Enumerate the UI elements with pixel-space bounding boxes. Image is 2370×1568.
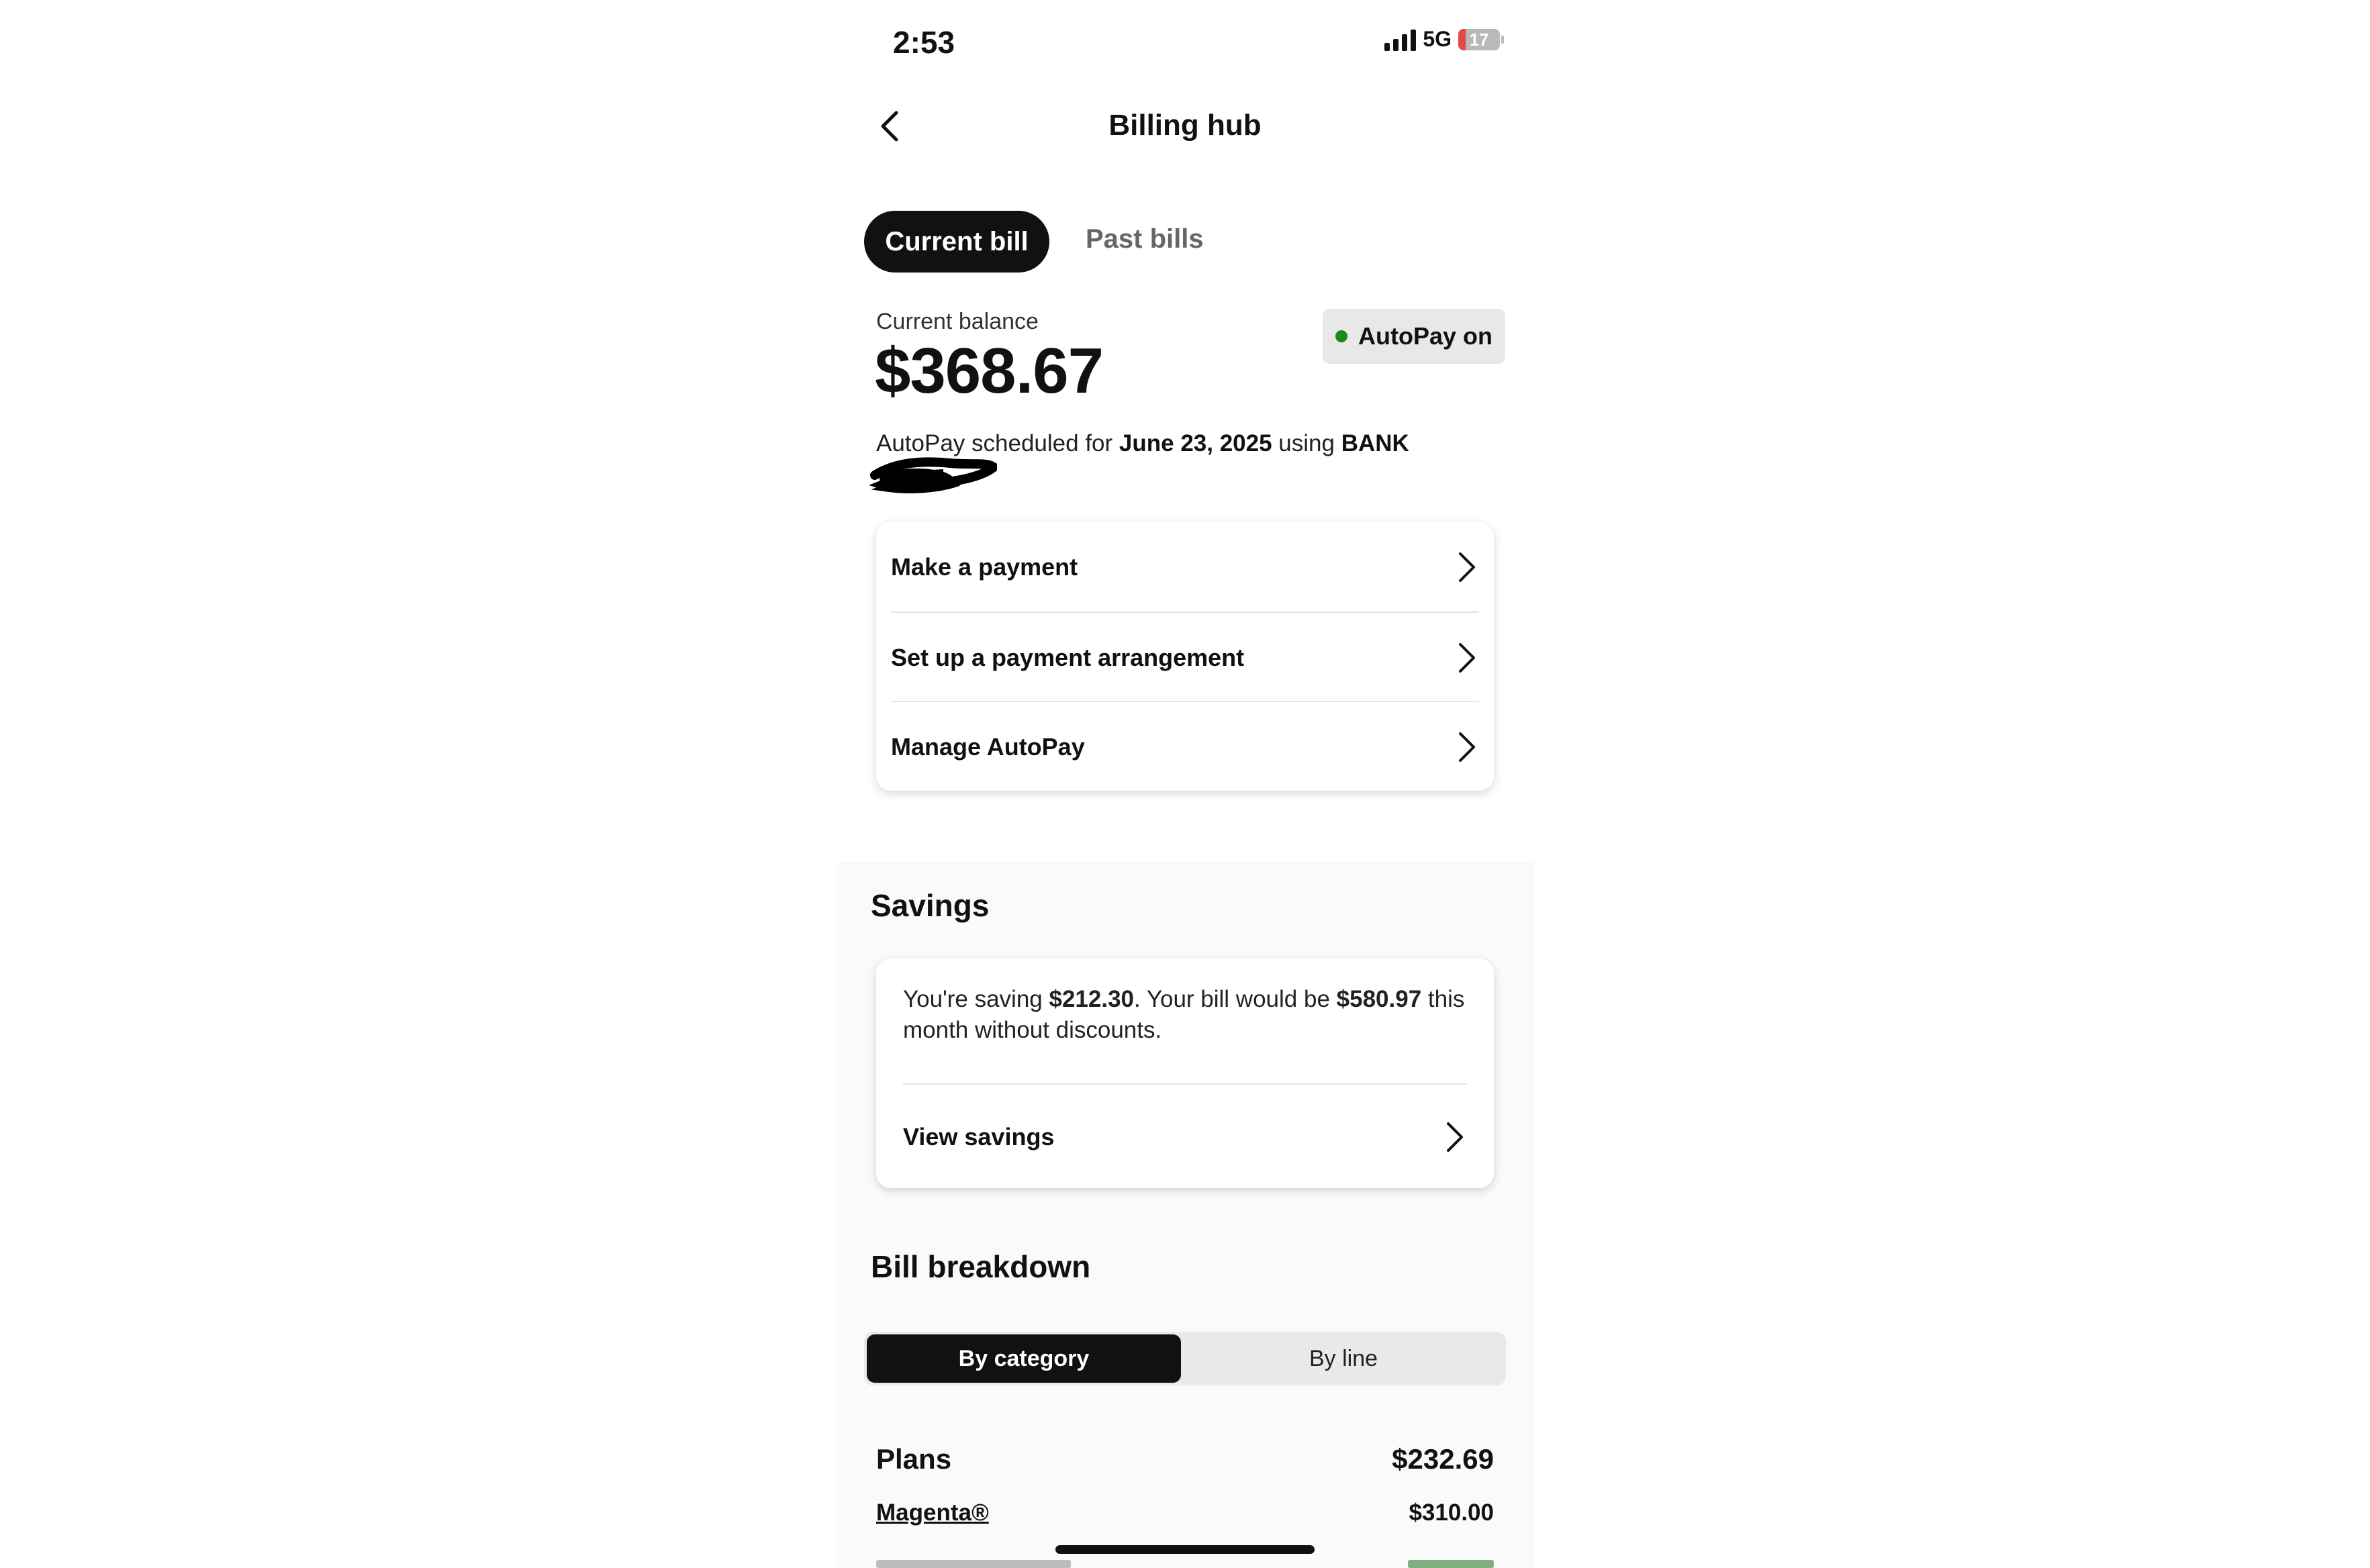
manage-autopay-row[interactable]: Manage AutoPay xyxy=(891,701,1479,791)
payment-arrangement-label: Set up a payment arrangement xyxy=(891,643,1245,671)
phone-screen: 2:53 5G 17 Billing hub Current bill Past… xyxy=(836,0,1534,1568)
autopay-method: BANK xyxy=(1341,430,1409,456)
make-payment-row[interactable]: Make a payment xyxy=(891,522,1479,611)
breakdown-segmented-control: By category By line xyxy=(864,1332,1506,1385)
plans-amount: $232.69 xyxy=(1392,1443,1494,1475)
payment-arrangement-row[interactable]: Set up a payment arrangement xyxy=(891,611,1479,702)
bill-breakdown-title: Bill breakdown xyxy=(871,1249,1091,1284)
chevron-right-icon xyxy=(1459,642,1475,673)
tab-past-bills[interactable]: Past bills xyxy=(1086,224,1204,254)
page-title: Billing hub xyxy=(1108,109,1262,142)
segment-by-category[interactable]: By category xyxy=(867,1334,1181,1383)
status-dot-icon xyxy=(1335,330,1347,342)
plan-link-magenta[interactable]: Magenta® xyxy=(876,1500,989,1526)
autopay-date: June 23, 2025 xyxy=(1119,430,1272,456)
plans-label: Plans xyxy=(876,1443,952,1475)
view-savings-label: View savings xyxy=(903,1123,1055,1150)
redaction-scribble xyxy=(869,457,997,493)
view-savings-row[interactable]: View savings xyxy=(903,1087,1467,1187)
billing-actions-card: Make a payment Set up a payment arrangem… xyxy=(876,522,1494,791)
tab-current-bill[interactable]: Current bill xyxy=(864,211,1049,273)
plan-amount-magenta: $310.00 xyxy=(1409,1500,1494,1526)
autopay-badge-label: AutoPay on xyxy=(1358,322,1492,350)
home-indicator[interactable] xyxy=(1055,1545,1315,1554)
status-time: 2:53 xyxy=(893,25,955,60)
chevron-right-icon xyxy=(1447,1122,1463,1152)
clipped-row xyxy=(876,1556,1494,1568)
autopay-status-badge: AutoPay on xyxy=(1323,309,1505,364)
balance-label: Current balance xyxy=(876,309,1039,334)
network-type: 5G xyxy=(1423,27,1452,51)
savings-title: Savings xyxy=(871,888,990,923)
status-indicators: 5G 17 xyxy=(1384,27,1504,52)
battery-level: 17 xyxy=(1469,29,1489,50)
manage-autopay-label: Manage AutoPay xyxy=(891,732,1085,761)
saving-amount: $212.30 xyxy=(1049,986,1135,1012)
battery-icon: 17 xyxy=(1458,28,1504,50)
make-payment-label: Make a payment xyxy=(891,552,1078,581)
chevron-right-icon xyxy=(1459,552,1475,582)
segment-by-line[interactable]: By line xyxy=(1184,1334,1503,1383)
bill-without-discounts: $580.97 xyxy=(1336,986,1422,1012)
balance-amount: $368.67 xyxy=(875,335,1104,407)
chevron-right-icon xyxy=(1459,732,1475,762)
signal-icon xyxy=(1384,28,1417,51)
savings-card: You're saving $212.30. Your bill would b… xyxy=(876,959,1494,1188)
savings-text: You're saving $212.30. Your bill would b… xyxy=(903,986,1465,1043)
battery-fill xyxy=(1458,28,1466,50)
